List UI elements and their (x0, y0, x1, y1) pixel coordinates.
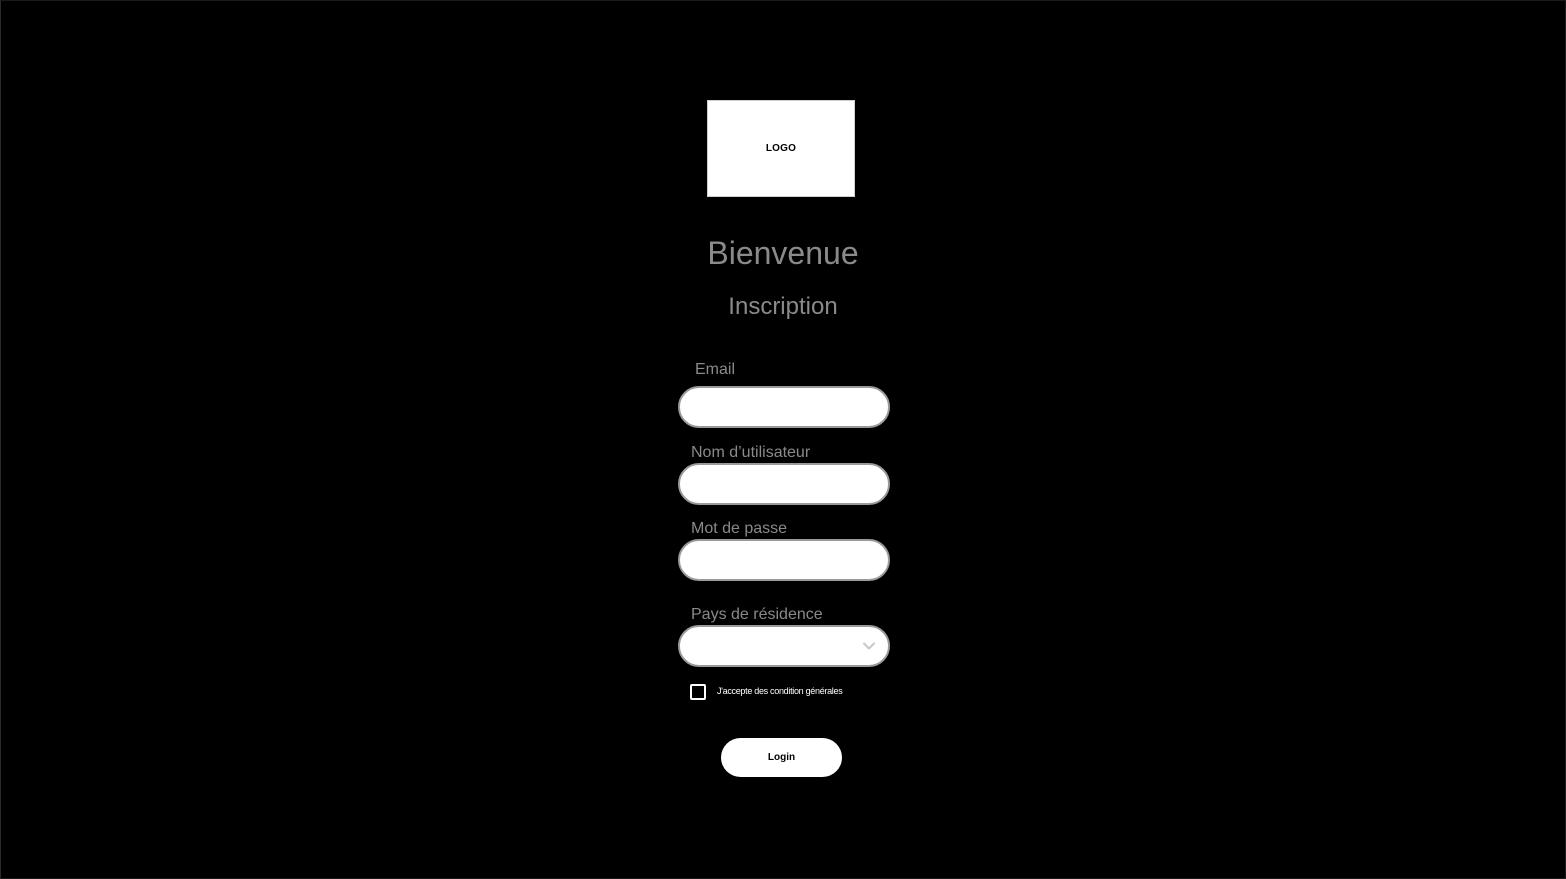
email-field-container (678, 386, 890, 428)
password-label: Mot de passe (691, 520, 788, 537)
username-field[interactable] (694, 465, 878, 503)
login-button[interactable]: Login (721, 738, 842, 777)
logo: LOGO (707, 100, 855, 197)
country-label: Pays de résidence (691, 606, 823, 623)
username-label: Nom d’utilisateur (691, 444, 811, 461)
password-field[interactable] (694, 541, 878, 579)
terms-label: J'accepte des condition générales (717, 686, 843, 696)
email-label: Email (695, 361, 736, 378)
username-field-container (678, 463, 890, 505)
password-field-container (678, 539, 890, 581)
terms-checkbox[interactable] (690, 684, 706, 700)
logo-text: LOGO (765, 143, 797, 154)
country-select[interactable] (678, 625, 890, 667)
chevron-down-icon (863, 642, 875, 650)
page-title: Bienvenue (707, 235, 859, 271)
page-subtitle: Inscription (728, 293, 838, 320)
email-field[interactable] (694, 388, 878, 426)
